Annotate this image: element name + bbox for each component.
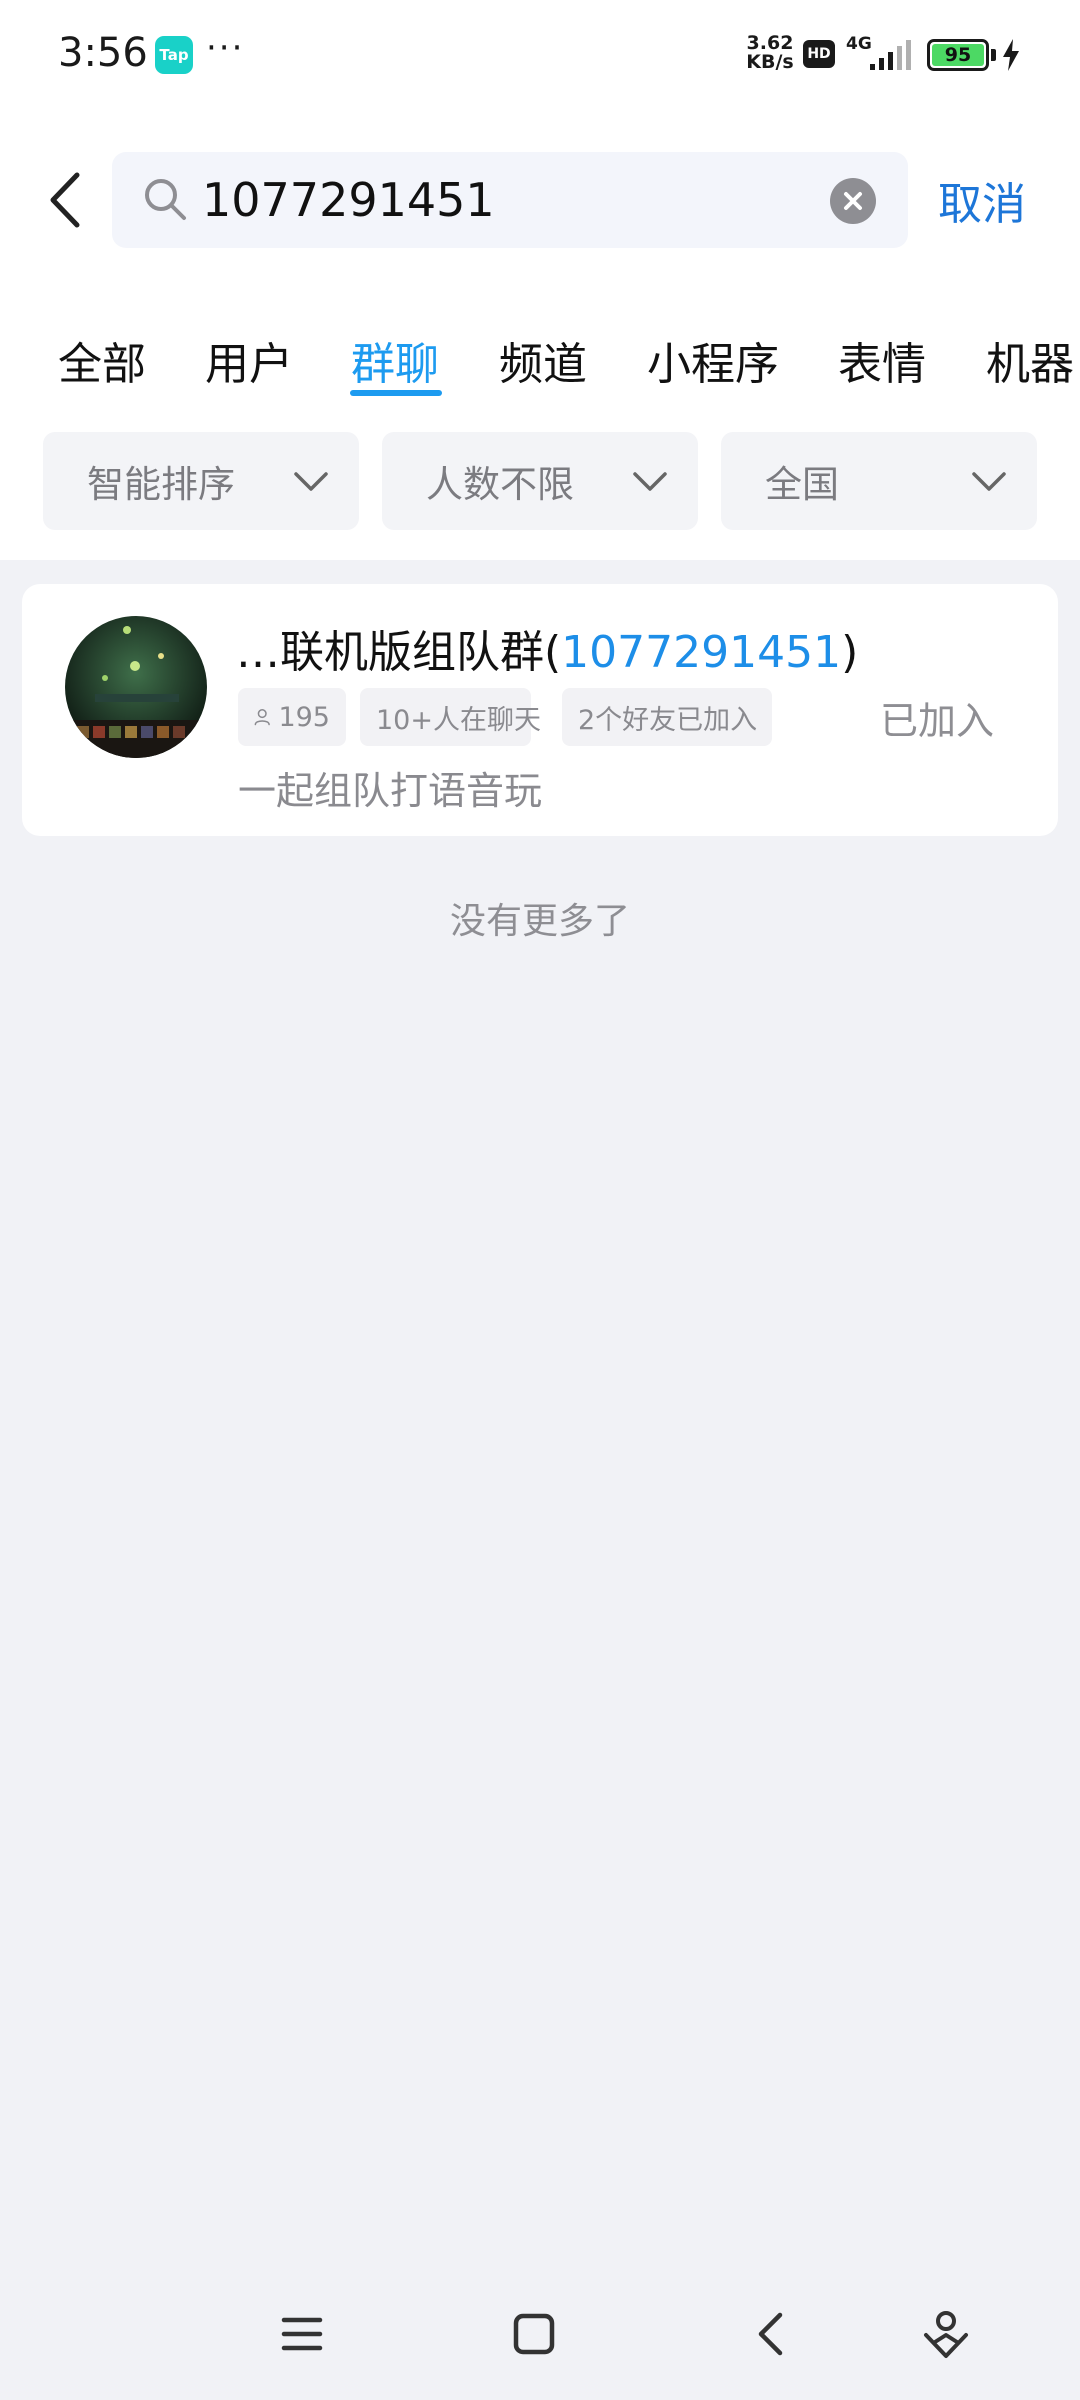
joined-status: 已加入 bbox=[880, 699, 995, 743]
tab-users[interactable]: 用户 bbox=[205, 328, 293, 392]
search-icon bbox=[145, 179, 186, 220]
back-button[interactable] bbox=[40, 165, 90, 235]
member-count-filter[interactable]: 人数不限 bbox=[382, 432, 698, 530]
tab-stickers[interactable]: 表情 bbox=[838, 328, 926, 392]
menu-button[interactable] bbox=[274, 2306, 330, 2362]
back-arrow-icon bbox=[50, 172, 80, 228]
member-count: 195 bbox=[278, 701, 330, 733]
no-more-results: 没有更多了 bbox=[449, 901, 630, 942]
home-button[interactable] bbox=[506, 2306, 562, 2362]
network-speed-unit: KB/s bbox=[746, 51, 794, 73]
active-tab-indicator bbox=[350, 390, 442, 396]
battery-level: 95 bbox=[932, 44, 984, 66]
group-avatar[interactable] bbox=[65, 616, 207, 758]
chevron-down-icon bbox=[294, 472, 328, 491]
sort-filter[interactable]: 智能排序 bbox=[43, 432, 359, 530]
member-count-tag: 195 bbox=[238, 688, 346, 746]
clear-search-button[interactable] bbox=[830, 178, 876, 224]
status-bar: 3:56 Tap ··· 3.62 KB/s HD 4G 95 bbox=[0, 0, 1080, 110]
region-filter[interactable]: 全国 bbox=[721, 432, 1037, 530]
group-result-card[interactable]: …联机版组队群(1077291451) 195 10+人在聊天 2个好友已加入 … bbox=[22, 584, 1058, 836]
network-speed: 3.62 KB/s bbox=[744, 34, 796, 72]
group-name: …联机版组队群(1077291451) bbox=[236, 616, 858, 680]
group-name-suffix: ) bbox=[841, 627, 859, 678]
status-time: 3:56 bbox=[58, 30, 148, 76]
charging-icon bbox=[1003, 39, 1019, 71]
sort-filter-label: 智能排序 bbox=[87, 463, 235, 506]
member-count-filter-label: 人数不限 bbox=[426, 463, 574, 506]
cancel-button[interactable]: 取消 bbox=[938, 168, 1026, 232]
hd-icon: HD bbox=[803, 40, 835, 68]
nav-back-button[interactable] bbox=[742, 2306, 798, 2362]
tap-app-icon: Tap bbox=[155, 36, 193, 74]
battery-tip bbox=[991, 49, 996, 61]
person-icon bbox=[254, 709, 270, 726]
group-id-highlight: 1077291451 bbox=[561, 627, 842, 678]
region-filter-label: 全国 bbox=[765, 463, 839, 506]
tab-all[interactable]: 全部 bbox=[58, 328, 146, 392]
search-box[interactable] bbox=[112, 152, 908, 248]
back-icon bbox=[758, 2312, 783, 2356]
menu-icon bbox=[281, 2317, 323, 2351]
category-tabs: 全部 用户 群聊 频道 小程序 表情 机器 bbox=[0, 320, 1080, 400]
battery-icon: 95 bbox=[927, 39, 989, 71]
search-input[interactable] bbox=[202, 166, 822, 234]
group-description: 一起组队打语音玩 bbox=[238, 769, 543, 813]
friends-joined-tag: 2个好友已加入 bbox=[562, 688, 772, 746]
assistant-icon bbox=[924, 2311, 968, 2358]
signal-icon bbox=[870, 40, 911, 70]
chatting-tag: 10+人在聊天 bbox=[360, 688, 541, 746]
tab-channels[interactable]: 频道 bbox=[499, 328, 587, 392]
clear-icon bbox=[844, 192, 862, 210]
assistant-button[interactable] bbox=[918, 2306, 974, 2362]
chevron-down-icon bbox=[633, 472, 667, 491]
tab-group-chats[interactable]: 群聊 bbox=[351, 328, 439, 392]
chevron-down-icon bbox=[972, 472, 1006, 491]
tab-mini-programs[interactable]: 小程序 bbox=[647, 328, 779, 392]
tab-robots[interactable]: 机器 bbox=[986, 328, 1074, 392]
group-name-prefix: …联机版组队群( bbox=[236, 627, 562, 678]
home-icon bbox=[513, 2313, 555, 2355]
more-notifications-icon: ··· bbox=[206, 28, 245, 68]
